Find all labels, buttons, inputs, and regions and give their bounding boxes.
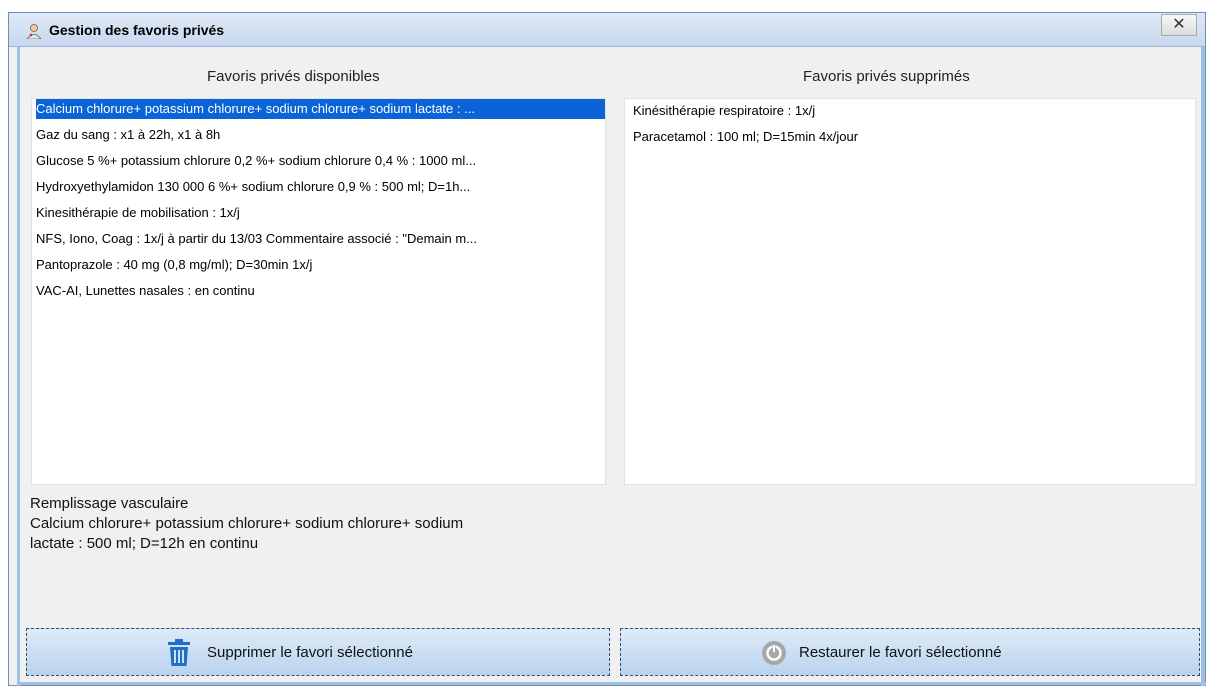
list-item[interactable]: Calcium chlorure+ potassium chlorure+ so…	[36, 99, 605, 119]
list-item[interactable]: Hydroxyethylamidon 130 000 6 %+ sodium c…	[36, 177, 605, 197]
detail-line: lactate : 500 ml; D=12h en continu	[30, 535, 259, 552]
available-favorites-title: Favoris privés disponibles	[207, 68, 380, 85]
list-item[interactable]: NFS, Iono, Coag : 1x/j à partir du 13/03…	[36, 229, 605, 249]
list-item[interactable]: Kinesithérapie de mobilisation : 1x/j	[36, 203, 605, 223]
window-frame-bottom	[17, 682, 1206, 685]
restore-icon	[762, 641, 786, 665]
restore-button-label: Restaurer le favori sélectionné	[799, 644, 1002, 661]
delete-button-label: Supprimer le favori sélectionné	[207, 644, 413, 661]
list-item[interactable]: Paracetamol : 100 ml; D=15min 4x/jour	[633, 127, 1195, 147]
deleted-favorites-list[interactable]: Kinésithérapie respiratoire : 1x/j Parac…	[624, 98, 1196, 485]
close-button[interactable]: ✕	[1161, 14, 1197, 36]
deleted-favorites-title: Favoris privés supprimés	[803, 68, 970, 85]
available-favorites-list[interactable]: Calcium chlorure+ potassium chlorure+ so…	[31, 98, 606, 485]
trash-icon	[168, 639, 190, 666]
window-frame-left	[17, 47, 20, 686]
list-item[interactable]: Kinésithérapie respiratoire : 1x/j	[633, 101, 1195, 121]
title-bar: Gestion des favoris privés ✕	[9, 13, 1205, 47]
doctor-icon	[26, 24, 42, 39]
list-item[interactable]: Glucose 5 %+ potassium chlorure 0,2 %+ s…	[36, 151, 605, 171]
list-item[interactable]: VAC-AI, Lunettes nasales : en continu	[36, 281, 605, 301]
list-item[interactable]: Gaz du sang : x1 à 22h, x1 à 8h	[36, 125, 605, 145]
list-item[interactable]: Pantoprazole : 40 mg (0,8 mg/ml); D=30mi…	[36, 255, 605, 275]
restore-favorite-button[interactable]: Restaurer le favori sélectionné	[620, 628, 1200, 676]
detail-line: Calcium chlorure+ potassium chlorure+ so…	[30, 515, 464, 532]
selected-favorite-detail: Remplissage vasculaire Calcium chlorure+…	[30, 494, 620, 554]
window-title: Gestion des favoris privés	[49, 22, 225, 38]
window-frame-right	[1201, 47, 1205, 686]
detail-heading: Remplissage vasculaire	[30, 495, 189, 512]
delete-favorite-button[interactable]: Supprimer le favori sélectionné	[26, 628, 610, 676]
